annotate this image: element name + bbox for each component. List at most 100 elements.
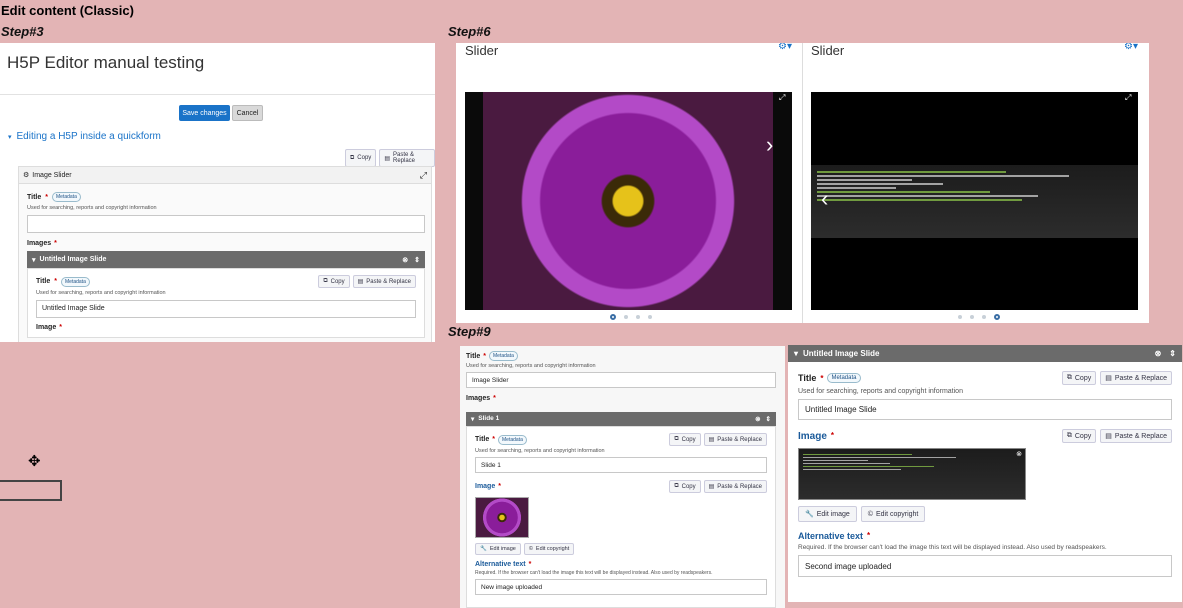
fullscreen-icon[interactable]: ⤢ bbox=[779, 93, 785, 103]
slide-dot[interactable] bbox=[982, 315, 986, 319]
terminal-screenshot bbox=[811, 165, 1138, 238]
required-marker: * bbox=[45, 193, 48, 201]
terminal-line bbox=[817, 187, 896, 189]
slide-dot[interactable] bbox=[970, 315, 974, 319]
slide-bar[interactable]: ▾ Untitled Image Slide ⊗ ⇕ bbox=[788, 345, 1182, 362]
move-cursor-icon: ✥ bbox=[28, 453, 41, 470]
slide-dot[interactable] bbox=[610, 314, 616, 320]
copy-paste-toolbar: ⧉ Copy ▤ Paste & Replace bbox=[345, 149, 435, 167]
paste-replace-button[interactable]: ▤ Paste & Replace bbox=[1100, 429, 1172, 443]
slide-title-input[interactable]: Untitled Image Slide bbox=[36, 300, 416, 318]
widget-label: Image Slider bbox=[32, 171, 72, 179]
title-description: Used for searching, reports and copyrigh… bbox=[27, 205, 157, 211]
edit-copyright-button[interactable]: © Edit copyright bbox=[860, 506, 926, 522]
copy-button[interactable]: ⧉ Copy bbox=[345, 149, 377, 167]
copy-button[interactable]: ⧉ Copy bbox=[318, 275, 350, 288]
title-field: Title * Metadata Used for searching, repor… bbox=[19, 184, 431, 233]
slide-title-input[interactable]: Slide 1 bbox=[475, 457, 767, 473]
slide-bar[interactable]: ▾ Slide 1 ⊗ ⇕ bbox=[466, 412, 776, 426]
title-label: Title bbox=[798, 373, 817, 383]
h5p-icon: ⚙ bbox=[23, 172, 30, 179]
remove-icon[interactable]: ⊗ bbox=[1155, 349, 1162, 358]
slide-title-label: Title bbox=[36, 278, 51, 285]
terminal-line bbox=[803, 463, 891, 464]
terminal-line bbox=[817, 195, 1038, 197]
flower-image bbox=[483, 92, 773, 310]
paste-replace-button[interactable]: ▤ Paste & Replace bbox=[1100, 371, 1172, 385]
wrench-icon: 🔧 bbox=[480, 546, 487, 552]
paste-replace-button[interactable]: ▤ Paste & Replace bbox=[703, 480, 767, 493]
slider-title: Slider bbox=[811, 43, 845, 58]
slide-body: Title * Metadata ⧉ Copy ▤ Paste & Replace Use… bbox=[27, 268, 425, 338]
slide-dot[interactable] bbox=[958, 315, 962, 319]
required-marker: * bbox=[493, 395, 496, 402]
image-label: Image bbox=[798, 430, 827, 442]
slide-dot[interactable] bbox=[648, 315, 652, 319]
slide-dot[interactable] bbox=[994, 314, 1000, 320]
title-input[interactable]: Image Slider bbox=[466, 372, 776, 388]
title-input[interactable] bbox=[27, 215, 425, 233]
fullscreen-icon[interactable]: ⤢ bbox=[420, 170, 427, 181]
terminal-line bbox=[817, 175, 1069, 177]
edit-copyright-button[interactable]: © Edit copyright bbox=[523, 543, 575, 555]
image-thumbnail[interactable] bbox=[475, 497, 529, 538]
step9-left-panel: Title * Metadata Used for searching, repor… bbox=[460, 346, 785, 608]
step3-panel: H5P Editor manual testing Save changes C… bbox=[0, 43, 435, 342]
save-changes-button[interactable]: Save changes bbox=[179, 105, 230, 121]
slide-dot[interactable] bbox=[624, 315, 628, 319]
prev-arrow-icon[interactable]: ‹ bbox=[821, 186, 828, 212]
step9-right-panel: ▾ Untitled Image Slide ⊗ ⇕ Title * Metadata … bbox=[788, 345, 1182, 602]
next-arrow-icon[interactable]: › bbox=[766, 132, 773, 158]
edit-image-button[interactable]: 🔧 Edit image bbox=[798, 506, 857, 522]
slide-image: ‹ ⤢ bbox=[811, 92, 1138, 310]
copy-button[interactable]: ⧉ Copy bbox=[669, 480, 701, 493]
copy-icon: ⧉ bbox=[323, 278, 328, 284]
reorder-icon[interactable]: ⇕ bbox=[414, 256, 420, 264]
edit-image-button[interactable]: 🔧 Edit image bbox=[475, 543, 521, 555]
title-input[interactable]: Untitled Image Slide bbox=[798, 399, 1172, 420]
gear-icon[interactable]: ⚙▾ bbox=[1124, 43, 1138, 52]
copy-button[interactable]: ⧉ Copy bbox=[1061, 429, 1097, 443]
remove-icon[interactable]: ⊗ bbox=[402, 256, 408, 264]
reorder-icon[interactable]: ⇕ bbox=[766, 415, 771, 423]
clipboard-icon: ▤ bbox=[384, 155, 390, 162]
slide-dot[interactable] bbox=[636, 315, 640, 319]
alt-text-input[interactable]: Second image uploaded bbox=[798, 555, 1172, 577]
metadata-button[interactable]: Metadata bbox=[498, 434, 527, 445]
reorder-icon[interactable]: ⇕ bbox=[1169, 349, 1176, 358]
copy-button[interactable]: ⧉ Copy bbox=[1061, 371, 1097, 385]
copyright-icon: © bbox=[528, 546, 533, 552]
divider bbox=[802, 43, 803, 323]
terminal-line bbox=[817, 179, 912, 181]
cancel-button[interactable]: Cancel bbox=[232, 105, 263, 121]
chevron-down-icon: ▾ bbox=[471, 416, 475, 423]
title-label: Title bbox=[27, 193, 42, 201]
paste-replace-button[interactable]: ▤ Paste & Replace bbox=[352, 275, 416, 288]
remove-icon[interactable]: ⊗ bbox=[755, 415, 760, 423]
image-thumbnail[interactable]: ⊗ bbox=[798, 448, 1026, 500]
copy-icon: ⧉ bbox=[674, 483, 679, 489]
gear-icon[interactable]: ⚙▾ bbox=[778, 43, 792, 52]
remove-image-icon[interactable]: ⊗ bbox=[1016, 450, 1022, 458]
chevron-down-icon: ▾ bbox=[8, 133, 12, 141]
metadata-button[interactable]: Metadata bbox=[61, 276, 90, 287]
required-marker: * bbox=[54, 278, 57, 285]
terminal-line bbox=[803, 454, 912, 455]
quickform-section-toggle[interactable]: ▾ Editing a H5P inside a quickform bbox=[8, 131, 161, 142]
metadata-button[interactable]: Metadata bbox=[489, 351, 518, 361]
alt-text-label: Alternative text bbox=[798, 531, 864, 541]
alt-text-input[interactable]: New image uploaded bbox=[475, 579, 767, 595]
paste-replace-button[interactable]: ▤ Paste & Replace bbox=[703, 433, 767, 446]
slide-bar[interactable]: ▾ Untitled Image Slide ⊗ ⇕ bbox=[27, 251, 425, 268]
copy-button[interactable]: ⧉ Copy bbox=[669, 433, 701, 446]
fullscreen-icon[interactable]: ⤢ bbox=[1125, 93, 1131, 103]
terminal-line bbox=[803, 469, 902, 470]
metadata-button[interactable]: Metadata bbox=[827, 373, 861, 383]
clipboard-icon: ▤ bbox=[1105, 375, 1112, 382]
metadata-button[interactable]: Metadata bbox=[52, 192, 81, 202]
required-marker: * bbox=[820, 373, 824, 383]
slide-bar-label: Slide 1 bbox=[478, 415, 500, 422]
selection-rectangle bbox=[0, 480, 62, 501]
paste-replace-button[interactable]: ▤ Paste & Replace bbox=[379, 149, 435, 167]
required-marker: * bbox=[830, 430, 835, 440]
